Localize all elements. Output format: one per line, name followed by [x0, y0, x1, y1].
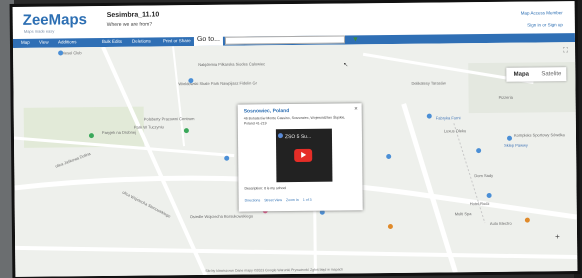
map-label: Osiedle Wojciecha Borsukowskiego	[189, 213, 254, 220]
menu-map[interactable]: Map	[21, 40, 30, 45]
mouse-cursor-icon: ↖	[343, 62, 349, 69]
map-label: Auto Electro	[489, 220, 512, 226]
map-label: Sklep Pawwy	[504, 142, 528, 148]
map-label: Kompleks Sportowy Sówdka	[513, 132, 565, 138]
goto-input[interactable]	[224, 35, 346, 45]
map-pin[interactable]	[183, 128, 189, 134]
map-label: Diesel Club	[61, 50, 82, 56]
map-label: Pizzeria	[498, 94, 513, 100]
map-label: Dom Sady	[474, 172, 494, 179]
map-subtitle: Where we are from?	[106, 21, 153, 28]
browser-screen: ZeeMaps Maps made easy Sesimbra_11.10 Wh…	[12, 1, 578, 277]
map-pin[interactable]	[386, 153, 392, 160]
map-pin[interactable]	[224, 155, 230, 161]
map-pin[interactable]	[486, 192, 492, 198]
map-pin[interactable]	[88, 133, 94, 139]
pager-text[interactable]: 1 of 3	[303, 198, 312, 202]
map-label: Luxus Oleku	[443, 128, 467, 134]
map-canvas[interactable]: Diesel Club Nakjdemia Pilkarska Siodes C…	[13, 42, 578, 277]
map-pin[interactable]	[426, 113, 432, 119]
goto-label: Go to...	[193, 35, 223, 47]
monitor-bezel-left	[0, 0, 14, 278]
video-title: ZSO 5 Su...	[284, 133, 312, 141]
map-label: Park W Tuczyniu	[133, 124, 164, 130]
map-label: Nakjdemia Pilkarska Siodes Calowiec	[198, 61, 266, 68]
sign-in-link[interactable]: Sign in or Sign up	[527, 22, 563, 27]
play-button[interactable]	[294, 148, 313, 163]
map-label: Paryjek na Drobnej	[101, 129, 136, 136]
menu-print-share[interactable]: Print or Share	[163, 38, 191, 43]
menu-deletions[interactable]: Deletions	[132, 39, 151, 44]
logo-tagline: Maps made easy	[23, 28, 55, 34]
map-access-link[interactable]: Map Access Member	[521, 10, 563, 15]
popup-description: Description: It is my school	[244, 186, 287, 191]
popup-address: 46 Bohaterów Monte Cassino, Sosnowiec, W…	[243, 115, 346, 126]
map-type-toggle: Mapa Satelite	[506, 67, 567, 82]
map-pin[interactable]	[58, 50, 64, 56]
map-label: Hotel Rodz	[469, 200, 490, 207]
street-view-link[interactable]: Street View	[264, 198, 282, 202]
close-icon[interactable]: ×	[354, 106, 358, 112]
map-label: Fabryka Forni	[435, 115, 461, 121]
map-type-satellite-button[interactable]: Satelite	[536, 67, 566, 81]
map-label: Delikatesy Tarasów	[411, 80, 446, 86]
popup-title[interactable]: Sosnowiec, Poland	[244, 108, 290, 114]
play-icon	[301, 151, 307, 158]
map-pin[interactable]	[524, 217, 530, 223]
channel-avatar	[277, 133, 283, 139]
menu-view[interactable]: View	[39, 40, 49, 45]
zoom-in-icon[interactable]: +	[555, 232, 560, 241]
directions-link[interactable]: Directions	[245, 198, 261, 202]
menu-additions[interactable]: Additions	[58, 39, 77, 44]
map-label: Polsberty Pracowni Centrum	[143, 116, 195, 122]
video-embed[interactable]: ZSO 5 Su...	[275, 128, 333, 183]
map-pin[interactable]	[476, 148, 482, 154]
map-pin[interactable]	[188, 78, 194, 84]
map-type-map-button[interactable]: Mapa	[506, 67, 536, 81]
popup-links: Directions Street View Zoom In 1 of 3	[245, 198, 315, 203]
map-label: Multi Spa	[454, 211, 472, 217]
map-title: Sesimbra_11.10	[106, 11, 160, 19]
map-pin[interactable]	[506, 135, 513, 141]
map-marker-icon[interactable]: ▼	[352, 36, 359, 43]
menu-bulk-edits[interactable]: Bulk Edits	[102, 39, 122, 44]
zeemaps-logo[interactable]: ZeeMaps	[23, 11, 87, 29]
zoom-in-link[interactable]: Zoom In	[286, 198, 299, 202]
map-pin[interactable]	[387, 223, 393, 230]
location-popup: Sosnowiec, Poland × 46 Bohaterów Monte C…	[237, 103, 363, 212]
fullscreen-icon[interactable]: ⛶	[563, 47, 572, 56]
